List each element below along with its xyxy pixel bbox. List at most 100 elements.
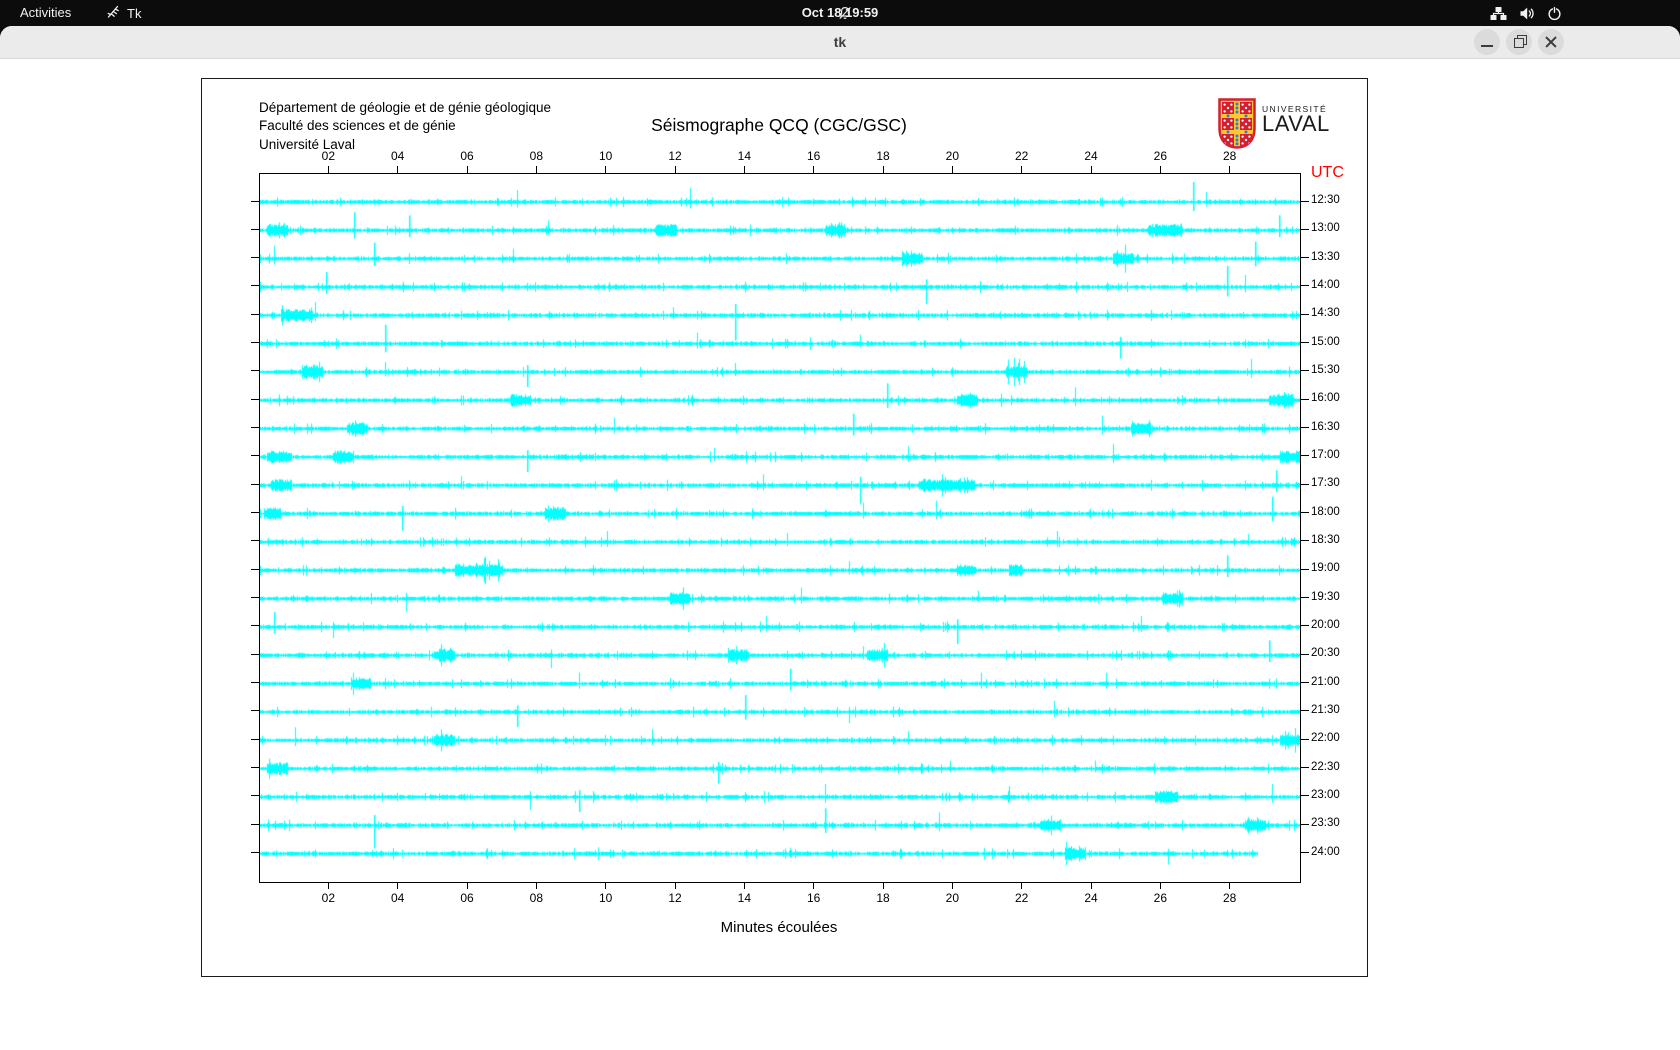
row-time-label: 13:00 (1311, 222, 1340, 235)
x-tick-top (1229, 166, 1231, 173)
maximize-button[interactable] (1506, 29, 1532, 55)
x-tick-label-top: 02 (321, 149, 335, 163)
x-tick-bottom (882, 882, 884, 889)
x-tick-top (1090, 166, 1092, 173)
row-tick-left (251, 370, 259, 372)
window-title: tk (833, 34, 847, 50)
row-tick-right (1300, 710, 1309, 712)
x-tick-bottom (813, 882, 815, 889)
tk-window: tk Département de géologie et de génie g… (0, 26, 1680, 1050)
x-tick-bottom (674, 882, 676, 889)
row-tick-right (1300, 455, 1309, 457)
gnome-top-bar: Activities Tk Oct 18 19:59 (0, 0, 1680, 26)
row-tick-left (251, 738, 259, 740)
x-tick-bottom (466, 882, 468, 889)
x-tick-label-bottom: 02 (321, 891, 335, 905)
row-time-label: 17:00 (1311, 448, 1340, 461)
row-time-label: 16:00 (1311, 392, 1340, 405)
utc-axis-title: UTC (1311, 164, 1344, 181)
row-time-label: 20:00 (1311, 618, 1340, 631)
x-axis-label: Minutes écoulées (720, 919, 838, 936)
row-time-label: 20:30 (1311, 647, 1340, 660)
x-tick-label-bottom: 22 (1014, 891, 1029, 905)
row-tick-left (251, 455, 259, 457)
x-tick-bottom (535, 882, 537, 889)
row-tick-right (1300, 228, 1309, 230)
x-tick-top (674, 166, 676, 173)
x-tick-top (882, 166, 884, 173)
row-tick-right (1300, 257, 1309, 259)
row-time-label: 17:30 (1311, 477, 1340, 490)
row-tick-left (251, 710, 259, 712)
x-tick-label-top: 20 (945, 149, 959, 163)
row-time-label: 14:30 (1311, 307, 1340, 320)
row-time-label: 23:30 (1311, 817, 1340, 830)
close-button[interactable] (1538, 29, 1564, 55)
x-tick-top (951, 166, 953, 173)
seismograph-frame: Département de géologie et de génie géol… (201, 78, 1368, 977)
row-tick-right (1300, 653, 1309, 655)
row-tick-left (251, 682, 259, 684)
row-time-label: 22:30 (1311, 760, 1340, 773)
x-tick-top (466, 166, 468, 173)
row-tick-right (1300, 823, 1309, 825)
x-tick-label-bottom: 24 (1084, 891, 1098, 905)
laval-shield-icon (1218, 98, 1256, 154)
x-tick-top (1159, 166, 1161, 173)
x-tick-label-bottom: 12 (668, 891, 682, 905)
x-tick-top (1021, 166, 1023, 173)
row-tick-right (1300, 427, 1309, 429)
row-tick-right (1300, 313, 1309, 315)
row-tick-right (1300, 852, 1309, 854)
row-tick-left (251, 342, 259, 344)
desktop: Activities Tk Oct 18 19:59 tk Départemen… (0, 0, 1680, 1050)
x-tick-label-bottom: 14 (737, 891, 751, 905)
row-tick-left (251, 795, 259, 797)
x-tick-label-top: 06 (460, 149, 474, 163)
row-tick-left (251, 512, 259, 514)
minimize-button[interactable] (1474, 29, 1500, 55)
row-time-label: 19:00 (1311, 562, 1340, 575)
row-tick-left (251, 285, 259, 287)
row-time-label: 15:00 (1311, 335, 1340, 348)
row-time-label: 24:00 (1311, 845, 1340, 858)
x-tick-bottom (397, 882, 399, 889)
x-tick-label-bottom: 18 (876, 891, 890, 905)
row-time-label: 21:00 (1311, 675, 1340, 688)
x-tick-bottom (605, 882, 607, 889)
row-tick-right (1300, 795, 1309, 797)
system-tray[interactable] (1490, 0, 1562, 26)
row-tick-left (251, 568, 259, 570)
row-tick-right (1300, 767, 1309, 769)
logo-wordmark-bottom: LAVAL (1262, 111, 1330, 136)
x-tick-bottom (951, 882, 953, 889)
row-tick-left (251, 653, 259, 655)
x-tick-label-bottom: 28 (1222, 891, 1237, 905)
row-time-label: 18:30 (1311, 533, 1340, 546)
notifications-muted-icon (838, 6, 852, 23)
x-tick-top (605, 166, 607, 173)
row-tick-right (1300, 398, 1309, 400)
row-tick-left (251, 823, 259, 825)
x-tick-bottom (1229, 882, 1231, 889)
row-tick-left (251, 257, 259, 259)
row-time-label: 13:30 (1311, 250, 1340, 263)
row-time-label: 22:00 (1311, 732, 1340, 745)
x-tick-top (743, 166, 745, 173)
row-tick-right (1300, 512, 1309, 514)
x-tick-label-bottom: 04 (390, 891, 405, 905)
row-tick-right (1300, 540, 1309, 542)
volume-icon (1519, 6, 1535, 21)
x-tick-label-bottom: 08 (529, 891, 543, 905)
seismogram-plot (259, 173, 1301, 883)
row-tick-left (251, 483, 259, 485)
x-tick-bottom (1090, 882, 1092, 889)
x-tick-bottom (1021, 882, 1023, 889)
row-time-label: 23:00 (1311, 788, 1340, 801)
x-tick-label-bottom: 16 (806, 891, 821, 905)
x-tick-top (327, 166, 329, 173)
row-time-label: 12:30 (1311, 194, 1340, 206)
row-tick-left (251, 767, 259, 769)
window-titlebar[interactable]: tk (0, 26, 1680, 59)
row-tick-right (1300, 738, 1309, 740)
